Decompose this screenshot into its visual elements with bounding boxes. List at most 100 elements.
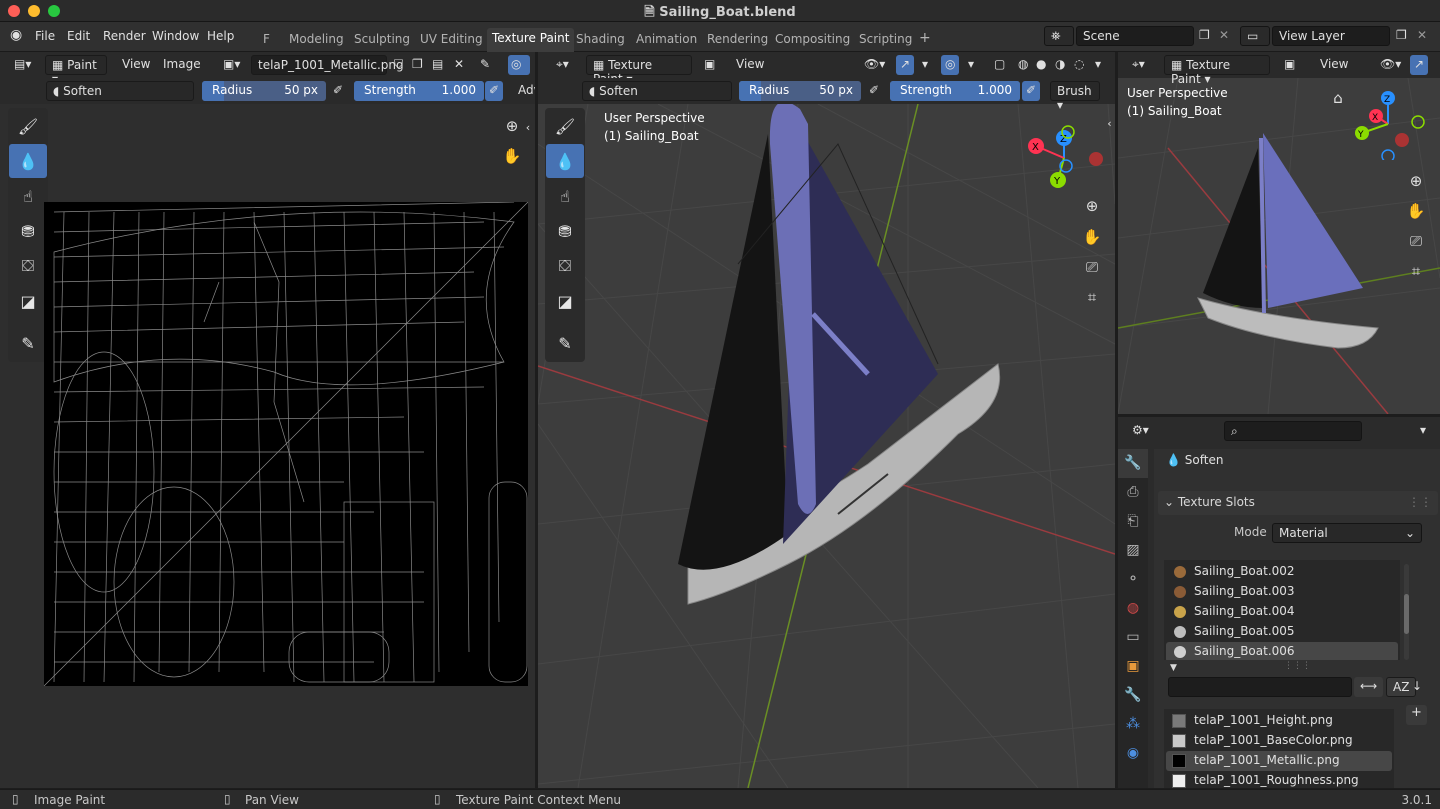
preview-menu-view[interactable]: View <box>1314 55 1354 75</box>
scene-tab-icon[interactable]: ⚬ <box>1118 565 1148 594</box>
soften-tool-icon[interactable]: 💧 <box>9 144 47 178</box>
uv-map-canvas[interactable] <box>44 202 528 686</box>
list-item[interactable]: telaP_1001_Roughness.png <box>1166 771 1392 788</box>
world-tab-icon[interactable]: ◍ <box>1118 594 1148 623</box>
overlays-dropdown-icon[interactable]: ▾ <box>962 55 980 75</box>
properties-editor-type-dropdown[interactable]: ⚙▾ <box>1126 421 1155 441</box>
tool-tab-icon[interactable]: 🔧 <box>1118 449 1148 478</box>
annotate-tool-icon[interactable]: ✎ <box>9 326 47 360</box>
list-item[interactable]: Sailing_Boat.003 <box>1166 582 1398 602</box>
preview-zoom-icon[interactable]: ⊕ <box>1404 169 1428 193</box>
list-item[interactable]: Sailing_Boat.005 <box>1166 622 1398 642</box>
properties-options-dropdown[interactable]: ▾ <box>1414 421 1432 441</box>
render-tab-icon[interactable]: ⎙ <box>1118 478 1148 507</box>
menu-file[interactable]: File <box>35 29 55 43</box>
preview-editor-type-dropdown[interactable]: ⌖▾ <box>1126 55 1151 75</box>
add-texture-slot-button[interactable]: + <box>1406 705 1427 725</box>
tab-modeling[interactable]: Modeling <box>284 32 349 46</box>
viewport-draw-tool-icon[interactable]: 🖌 <box>546 109 584 143</box>
image-mode-dropdown[interactable]: ▦ Paint ▾ <box>45 55 107 86</box>
mode-dropdown[interactable]: Material ⌄ <box>1272 523 1422 543</box>
preview-visibility-dropdown[interactable]: 👁▾ <box>1374 55 1407 75</box>
viewport-camera-icon[interactable]: ⎚ <box>1080 255 1104 279</box>
viewport-radius-slider[interactable]: Radius 50 px <box>739 81 861 101</box>
editor-type-dropdown[interactable]: ▤▾ <box>8 55 37 75</box>
list-item[interactable]: telaP_1001_Height.png <box>1166 711 1392 731</box>
viewport-ortho-grid-icon[interactable]: ⌗ <box>1080 285 1104 309</box>
tab-sculpting[interactable]: Sculpting <box>349 32 415 46</box>
new-view-layer-icon[interactable]: ❐ <box>1396 28 1407 42</box>
list-item-selected[interactable]: telaP_1001_Metallic.png <box>1166 751 1392 771</box>
fill-tool-icon[interactable]: ⛋ <box>9 249 47 283</box>
viewport-annotate-tool-icon[interactable]: ✎ <box>546 326 584 360</box>
tab-uv-editing[interactable]: UV Editing <box>415 32 488 46</box>
preview-camera-icon[interactable]: ⌂ <box>1326 86 1350 110</box>
strength-pressure-icon[interactable]: ✐ <box>485 81 504 101</box>
list-resize-handle-icon[interactable]: ⋮⋮⋮ <box>1284 661 1311 671</box>
remove-scene-icon[interactable]: ✕ <box>1219 28 1229 42</box>
viewport-mode-dropdown[interactable]: ▦ Texture Paint ▾ <box>586 55 692 86</box>
viewport-fill-tool-icon[interactable]: ⛋ <box>546 249 584 283</box>
radius-pressure-icon[interactable]: ✐ <box>327 81 349 101</box>
image-name-field[interactable]: telaP_1001_Metallic.png <box>251 55 404 75</box>
viewport-menu-view[interactable]: View <box>730 55 770 75</box>
texture-slots-panel-header[interactable]: ⌄ Texture Slots ⋮⋮ <box>1158 491 1438 515</box>
image-browse-icon[interactable]: ▣▾ <box>217 55 246 75</box>
scene-selector[interactable]: Scene <box>1076 26 1194 46</box>
overlays-toggle-icon[interactable]: ◎ <box>941 55 960 75</box>
tab-shading[interactable]: Shading <box>571 32 630 46</box>
preview-texture-icon[interactable]: ▣ <box>1278 55 1301 75</box>
blender-logo-icon[interactable]: ◉ <box>10 27 22 43</box>
sidebar-toggle-icon[interactable]: ‹ <box>522 116 534 140</box>
tab-rendering[interactable]: Rendering <box>702 32 773 46</box>
tab-animation[interactable]: Animation <box>631 32 702 46</box>
gizmo-toggle-icon[interactable]: ↗ <box>896 55 915 75</box>
modifier-tab-icon[interactable]: 🔧 <box>1118 681 1148 710</box>
strength-slider[interactable]: Strength 1.000 <box>354 81 484 101</box>
viewport-strength-pressure-icon[interactable]: ✐ <box>1022 81 1041 101</box>
preview-navigation-gizmo[interactable]: Z X Y <box>1354 88 1434 160</box>
open-image-icon[interactable]: ▤ <box>426 55 449 75</box>
view-layer-tab-icon[interactable]: ▨ <box>1118 536 1148 565</box>
rendered-shading-icon[interactable]: ◌ <box>1068 55 1090 75</box>
sort-by-name-icon[interactable]: ⟷ <box>1354 677 1384 697</box>
image-menu-image[interactable]: Image <box>157 55 207 75</box>
preview-pan-hand-icon[interactable]: ✋ <box>1404 199 1428 223</box>
clone-tool-icon[interactable]: ⛃ <box>9 214 47 248</box>
navigation-gizmo[interactable]: Z X Y <box>1026 122 1106 192</box>
tab-scripting[interactable]: Scripting <box>854 32 917 46</box>
viewport-zoom-icon[interactable]: ⊕ <box>1080 194 1104 218</box>
menu-render[interactable]: Render <box>103 29 146 43</box>
pan-hand-icon[interactable]: ✋ <box>500 144 524 168</box>
list-expand-icon[interactable]: ▼ <box>1170 663 1177 673</box>
viewport-mask-tool-icon[interactable]: ◪ <box>546 284 584 318</box>
viewport-clone-tool-icon[interactable]: ⛃ <box>546 214 584 248</box>
view-layer-selector[interactable]: View Layer <box>1272 26 1390 46</box>
preview-mode-dropdown[interactable]: ▦ Texture Paint ▾ <box>1164 55 1270 86</box>
remove-view-layer-icon[interactable]: ✕ <box>1417 28 1427 42</box>
sort-reverse-icon[interactable]: ↓ <box>1406 677 1428 697</box>
pin-icon[interactable]: ✎ <box>474 55 496 75</box>
draw-tool-icon[interactable]: 🖌 <box>9 109 47 143</box>
unlink-image-icon[interactable]: ✕ <box>448 55 470 75</box>
viewport-editor-type-dropdown[interactable]: ⌖▾ <box>550 55 575 75</box>
viewport-brush-menu[interactable]: Brush ▾ <box>1050 81 1100 112</box>
viewport-brush-selector[interactable]: ◖ Soften <box>582 81 732 101</box>
viewport-sidebar-toggle-icon[interactable]: ‹ <box>1104 112 1115 136</box>
preview-gizmo-toggle-icon[interactable]: ↗ <box>1410 55 1429 75</box>
new-scene-icon[interactable]: ❐ <box>1199 28 1210 42</box>
add-workspace-button[interactable]: + <box>914 30 936 46</box>
visibility-dropdown[interactable]: 👁▾ <box>858 55 891 75</box>
smear-tool-icon[interactable]: ☝ <box>9 179 47 213</box>
viewport-strength-slider[interactable]: Strength 1.000 <box>890 81 1020 101</box>
physics-tab-icon[interactable]: ◉ <box>1118 739 1148 768</box>
gizmo-dropdown-icon[interactable]: ▾ <box>916 55 934 75</box>
viewport-radius-pressure-icon[interactable]: ✐ <box>863 81 885 101</box>
output-tab-icon[interactable]: ⎗ <box>1118 507 1148 536</box>
object-tab-icon[interactable]: ▣ <box>1118 652 1148 681</box>
image-menu-view[interactable]: View <box>116 55 156 75</box>
tab-f[interactable]: F <box>258 32 275 46</box>
brush-selector[interactable]: ◖ Soften <box>46 81 194 101</box>
view-layer-type-icon[interactable]: ▭ <box>1240 26 1270 46</box>
xray-toggle-icon[interactable]: ▢ <box>988 55 1011 75</box>
